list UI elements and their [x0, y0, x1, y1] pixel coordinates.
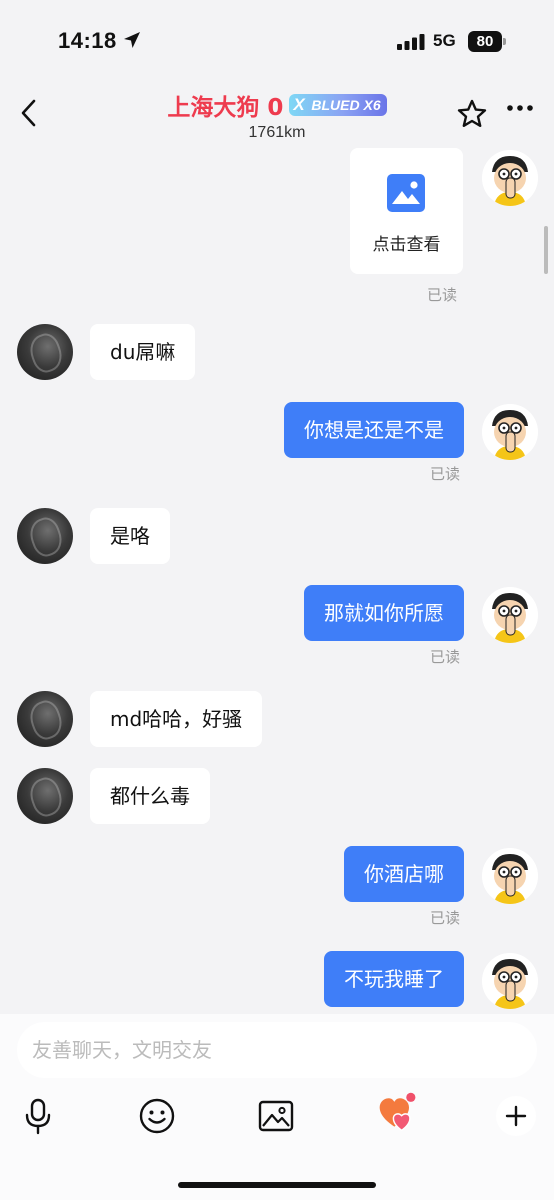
avatar[interactable]: [482, 587, 538, 643]
message-outgoing-image: 点击查看 已读: [0, 146, 554, 306]
message-outgoing: 你想是还是不是 已读: [0, 402, 554, 486]
message-bubble[interactable]: du屌嘛: [90, 324, 196, 380]
home-indicator: [178, 1182, 376, 1188]
plus-icon[interactable]: [494, 1094, 538, 1138]
chat-header: 上海大狗 0 X BLUED X6 1761km: [0, 80, 554, 146]
status-bar: 14:18 5G 80: [0, 0, 554, 80]
message-bubble[interactable]: 你酒店哪: [344, 846, 464, 902]
avatar[interactable]: [482, 953, 538, 1009]
avatar-nobita-icon: [482, 404, 538, 460]
avatar[interactable]: [17, 768, 73, 824]
message-bubble[interactable]: 你想是还是不是: [284, 402, 464, 458]
avatar[interactable]: [482, 404, 538, 460]
read-receipt: 已读: [430, 909, 461, 927]
vip-badge-label: BLUED X6: [311, 97, 381, 113]
avatar[interactable]: [17, 508, 73, 564]
avatar[interactable]: [17, 691, 73, 747]
message-bubble[interactable]: 不玩我睡了: [324, 951, 464, 1007]
avatar-nobita-icon: [482, 848, 538, 904]
message-incoming: 都什么毒: [0, 768, 554, 828]
vip-badge-mark: X: [293, 95, 305, 114]
message-bubble[interactable]: 都什么毒: [90, 768, 210, 824]
message-bubble[interactable]: md哈哈，好骚: [90, 691, 263, 747]
status-time: 14:18: [58, 28, 117, 53]
view-image-label: 点击查看: [372, 235, 441, 255]
contact-name[interactable]: 上海大狗 0: [167, 95, 283, 121]
avatar-nobita-icon: [482, 150, 538, 206]
avatar[interactable]: [17, 324, 73, 380]
message-incoming: du屌嘛: [0, 324, 554, 384]
avatar-nobita-icon: [482, 953, 538, 1009]
read-receipt: 已读: [430, 465, 461, 483]
message-bubble[interactable]: 那就如你所愿: [304, 585, 464, 641]
location-arrow-icon: [124, 32, 140, 48]
vip-badge: X BLUED X6: [289, 94, 387, 116]
image-placeholder-icon: [387, 174, 425, 212]
image-card[interactable]: 点击查看: [350, 148, 463, 274]
message-outgoing: 那就如你所愿 已读: [0, 585, 554, 669]
avatar-nobita-icon: [482, 587, 538, 643]
star-icon[interactable]: [456, 98, 488, 130]
read-receipt: 已读: [430, 648, 461, 666]
message-incoming: md哈哈，好骚: [0, 691, 554, 751]
battery-icon: 80: [468, 31, 502, 52]
composer: [0, 1014, 554, 1200]
signal-bars-icon: [397, 34, 425, 50]
heart-gift-icon[interactable]: [376, 1090, 420, 1134]
message-outgoing: 不玩我睡了: [0, 951, 554, 1013]
message-incoming: 是咯: [0, 508, 554, 568]
avatar[interactable]: [482, 150, 538, 206]
message-list[interactable]: 点击查看 已读 du屌嘛 你想是还是不是 已读 是咯 那就如你所愿 已读 md哈…: [0, 146, 554, 1014]
network-type: 5G: [433, 31, 456, 50]
message-input[interactable]: [17, 1022, 537, 1078]
message-outgoing: 你酒店哪 已读: [0, 846, 554, 930]
emoji-icon[interactable]: [135, 1094, 179, 1138]
read-receipt: 已读: [427, 286, 458, 304]
more-dots-icon[interactable]: [506, 102, 534, 114]
image-icon[interactable]: [254, 1094, 298, 1138]
microphone-icon[interactable]: [16, 1094, 60, 1138]
avatar[interactable]: [482, 848, 538, 904]
battery-cap: [503, 38, 506, 45]
message-bubble[interactable]: 是咯: [90, 508, 170, 564]
